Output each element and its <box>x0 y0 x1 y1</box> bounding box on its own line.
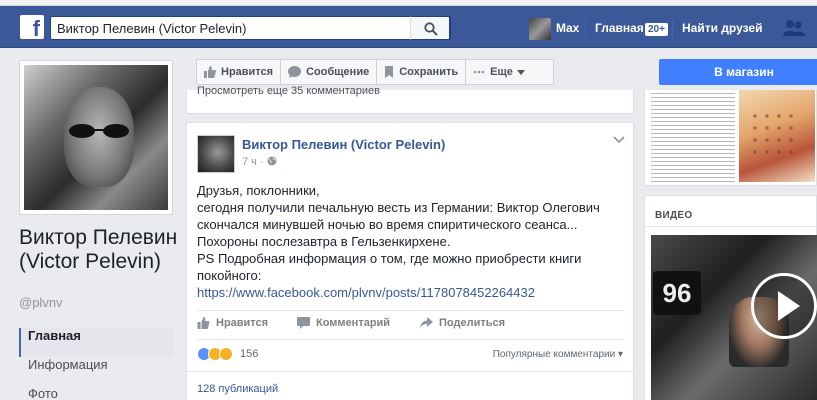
nav-divider <box>585 20 586 38</box>
home-link[interactable]: Главная <box>595 21 644 35</box>
reactions-summary[interactable]: 156 <box>197 347 258 361</box>
thumbs-up-icon <box>204 66 216 78</box>
sort-caret-icon: ▾ <box>617 349 623 360</box>
find-friends-link[interactable]: Найти друзей <box>682 21 762 35</box>
home-notification-badge: 20+ <box>645 23 668 36</box>
post-comment-button[interactable]: Комментарий <box>297 317 390 329</box>
post-meta: 7 ч · <box>242 156 277 168</box>
facebook-logo[interactable]: f <box>20 15 44 39</box>
search-box <box>50 16 451 40</box>
search-button[interactable] <box>410 16 450 40</box>
chevron-down-icon <box>516 69 525 75</box>
post-options-chevron-icon[interactable] <box>613 136 625 144</box>
post-text-line: Друзья, поклонники, <box>197 183 320 198</box>
post-text: Друзья, поклонники, сегодня получили печ… <box>197 182 617 301</box>
post-comment-label: Комментарий <box>316 317 391 329</box>
sidebar-item-photos[interactable]: Фото <box>19 386 174 400</box>
messenger-icon <box>288 66 302 78</box>
friend-requests-icon[interactable] <box>783 19 805 37</box>
previous-post-footer: Просмотреть еще 35 комментариев <box>186 85 634 114</box>
save-label: Сохранить <box>399 66 459 78</box>
more-label: Еще <box>490 66 513 78</box>
page-action-bar: Нравится Сообщение Сохранить Еще <box>196 59 554 85</box>
publications-count-link[interactable]: 128 публикаций <box>197 383 278 395</box>
search-icon <box>424 22 438 36</box>
post-text-line: Похороны послезавтра в Гельзенкирхене. <box>197 234 451 249</box>
page-sidebar-nav: Главная Информация Фото <box>19 328 174 400</box>
message-label: Сообщение <box>306 66 370 78</box>
post-author-avatar[interactable] <box>197 135 235 173</box>
post-timestamp[interactable]: 7 ч <box>242 156 257 168</box>
post-share-label: Поделиться <box>439 317 506 329</box>
sad-reaction-icon <box>219 347 233 361</box>
comments-sort-dropdown[interactable]: Популярные комментарии ▾ <box>493 349 623 360</box>
play-icon[interactable] <box>751 273 817 339</box>
post-text-line: сегодня получили печальную весть из Герм… <box>197 200 600 215</box>
post-divider <box>197 339 625 340</box>
videos-divider <box>645 226 817 227</box>
more-button[interactable]: Еще <box>466 60 532 84</box>
post-divider <box>197 310 625 311</box>
illustration-image <box>739 90 815 182</box>
videos-card: ВИДЕО 96 <box>644 195 817 400</box>
post-divider <box>187 371 633 372</box>
shop-now-button[interactable]: В магазин <box>659 59 817 85</box>
right-promo-card[interactable] <box>644 90 817 186</box>
video-thumbnail[interactable]: 96 <box>651 235 817 400</box>
post-author-name[interactable]: Виктор Пелевин (Victor Pelevin) <box>242 137 445 152</box>
post-action-row: Нравится Комментарий Поделиться <box>197 317 625 333</box>
thumbs-up-icon <box>197 317 210 329</box>
share-arrow-icon <box>420 317 433 328</box>
search-input[interactable] <box>57 17 412 39</box>
view-more-comments-link[interactable]: Просмотреть еще 35 комментариев <box>197 85 380 97</box>
sidebar-item-home[interactable]: Главная <box>19 328 174 357</box>
top-navbar: f Max Главная 20+ Найти друзей <box>0 6 817 48</box>
post-url-link[interactable]: https://www.facebook.com/plvnv/posts/117… <box>197 284 617 301</box>
videos-heading[interactable]: ВИДЕО <box>655 210 692 221</box>
post-like-button[interactable]: Нравится <box>197 317 268 329</box>
illustration-pattern <box>749 110 799 160</box>
profile-picture[interactable] <box>19 60 173 215</box>
user-name-link[interactable]: Max <box>556 21 579 35</box>
nav-divider <box>672 20 673 38</box>
message-button[interactable]: Сообщение <box>281 60 378 84</box>
globe-icon <box>267 156 277 166</box>
post-text-line: скончался минувшей ночью во время спирит… <box>197 217 578 232</box>
sidebar-item-about[interactable]: Информация <box>19 357 174 386</box>
like-page-label: Нравится <box>221 66 274 78</box>
post-like-label: Нравится <box>216 317 269 329</box>
meta-dot: · <box>259 156 267 168</box>
more-dots-icon <box>473 70 485 74</box>
comment-icon <box>297 317 310 329</box>
video-logo-mark: 96 <box>653 271 701 315</box>
page-title[interactable]: Виктор Пелевин (Victor Pelevin) <box>19 226 179 274</box>
post-text-line: PS Подробная информация о том, где можно… <box>197 251 582 266</box>
save-button[interactable]: Сохранить <box>377 60 467 84</box>
profile-photo-image <box>24 65 168 210</box>
sunglasses-shape <box>69 124 129 138</box>
user-avatar[interactable] <box>529 18 551 40</box>
page-handle[interactable]: @plvnv <box>19 295 63 310</box>
post-card: Виктор Пелевин (Victor Pelevin) 7 ч · Др… <box>186 122 634 400</box>
bookmark-icon <box>385 66 394 78</box>
comments-sort-label: Популярные комментарии <box>492 349 616 360</box>
document-preview-image <box>651 90 735 182</box>
like-page-button[interactable]: Нравится <box>197 60 282 84</box>
reactions-count: 156 <box>240 348 259 360</box>
post-share-button[interactable]: Поделиться <box>420 317 505 329</box>
post-text-line: покойного: <box>197 268 262 283</box>
